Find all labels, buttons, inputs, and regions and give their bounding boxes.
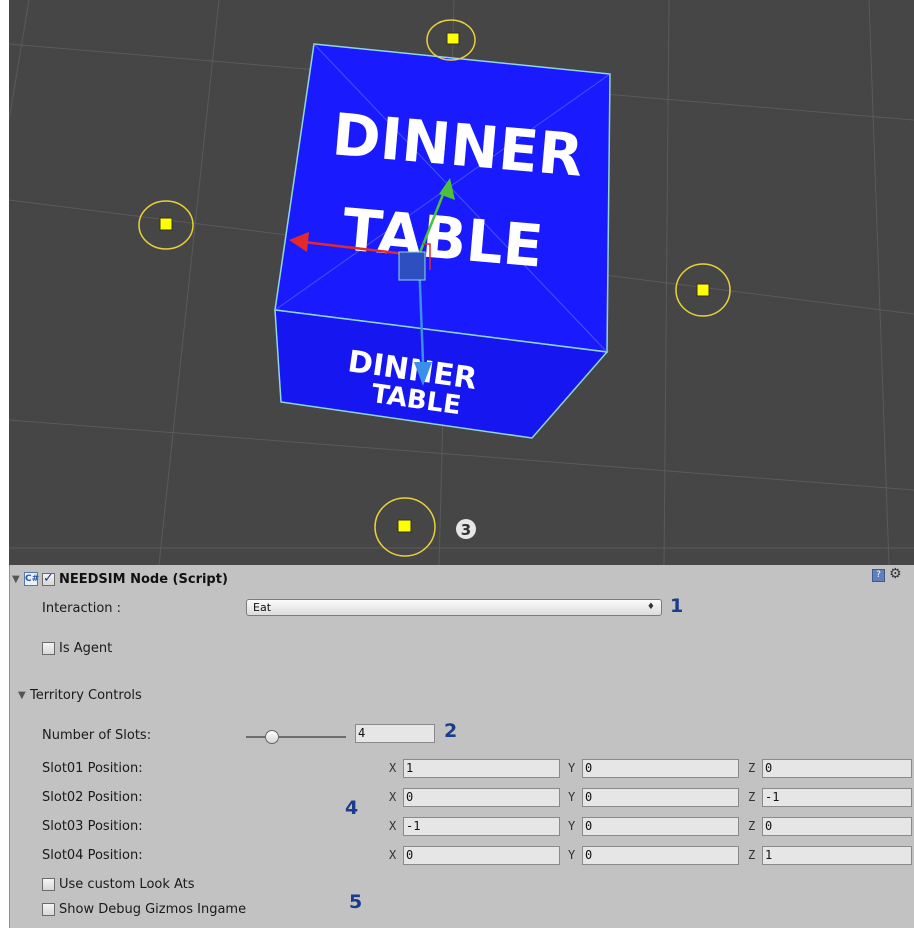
interaction-label: Interaction : bbox=[42, 600, 122, 616]
slot04-y-field[interactable]: 0 bbox=[582, 846, 739, 865]
territory-controls-header: Territory Controls bbox=[30, 687, 142, 703]
slot02-y-axis: Y bbox=[568, 790, 576, 804]
is-agent-label: Is Agent bbox=[59, 640, 113, 656]
slot01-label: Slot01 Position: bbox=[42, 760, 143, 776]
slot03-label: Slot03 Position: bbox=[42, 818, 143, 834]
slot01-z-axis: Z bbox=[748, 761, 756, 775]
callout-4: 4 bbox=[345, 797, 359, 819]
callout-5: 5 bbox=[349, 891, 363, 913]
slot04-x-field[interactable]: 0 bbox=[403, 846, 560, 865]
is-agent-checkbox[interactable] bbox=[42, 641, 55, 655]
slot02-y-field[interactable]: 0 bbox=[582, 788, 739, 807]
slot03-x-axis: X bbox=[389, 819, 397, 833]
component-title: NEEDSIM Node (Script) bbox=[59, 571, 228, 587]
scene-canvas[interactable]: DINNER TABLE DINNER TABLE 3 bbox=[9, 0, 914, 565]
territory-controls-foldout[interactable]: ▼ Territory Controls bbox=[18, 684, 142, 706]
slots-slider-track[interactable] bbox=[246, 736, 346, 738]
slots-slider-knob[interactable] bbox=[265, 730, 279, 744]
slot03-x-field[interactable]: -1 bbox=[403, 817, 560, 836]
slot01-y-field[interactable]: 0 bbox=[582, 759, 739, 778]
slot03-z-axis: Z bbox=[748, 819, 756, 833]
callout-3: 3 bbox=[461, 521, 471, 539]
show-debug-gizmos-toggle[interactable]: Show Debug Gizmos Ingame bbox=[42, 898, 246, 920]
slot02-x-field[interactable]: 0 bbox=[403, 788, 560, 807]
slot03-y-field[interactable]: 0 bbox=[582, 817, 739, 836]
show-debug-gizmos-label: Show Debug Gizmos Ingame bbox=[59, 901, 247, 917]
foldout-arrow-icon[interactable]: ▼ bbox=[18, 690, 30, 701]
foldout-arrow-icon[interactable]: ▼ bbox=[12, 574, 24, 585]
inspector-panel: ▼ C# NEEDSIM Node (Script) ? ⚙ Interacti… bbox=[9, 565, 914, 928]
slot01-z-field[interactable]: 0 bbox=[762, 759, 912, 778]
slot04-label: Slot04 Position: bbox=[42, 847, 143, 863]
slot02-z-field[interactable]: -1 bbox=[762, 788, 912, 807]
component-enabled-checkbox[interactable] bbox=[42, 571, 55, 586]
slot03-y-axis: Y bbox=[568, 819, 576, 833]
number-of-slots-label: Number of Slots: bbox=[42, 727, 152, 743]
dinner-table-cube[interactable]: DINNER TABLE DINNER TABLE bbox=[274, 43, 611, 439]
slot04-y-axis: Y bbox=[568, 848, 576, 862]
is-agent-toggle[interactable]: Is Agent bbox=[42, 637, 112, 659]
use-custom-look-ats-toggle[interactable]: Use custom Look Ats bbox=[42, 873, 195, 895]
slot-marker-left[interactable] bbox=[138, 200, 194, 250]
gear-icon[interactable]: ⚙ bbox=[889, 566, 902, 582]
use-custom-look-ats-checkbox[interactable] bbox=[42, 877, 55, 891]
slot01-y-axis: Y bbox=[568, 761, 576, 775]
slot01-x-field[interactable]: 1 bbox=[403, 759, 560, 778]
help-icon[interactable]: ? bbox=[872, 569, 885, 582]
slot02-label: Slot02 Position: bbox=[42, 789, 143, 805]
slot-marker-bottom[interactable] bbox=[374, 497, 436, 557]
script-icon: C# bbox=[24, 572, 40, 586]
interaction-value: Eat bbox=[253, 601, 272, 614]
show-debug-gizmos-checkbox[interactable] bbox=[42, 902, 55, 916]
callout-1: 1 bbox=[670, 595, 684, 617]
slot04-x-axis: X bbox=[389, 848, 397, 862]
slot04-z-field[interactable]: 1 bbox=[762, 846, 912, 865]
slot04-z-axis: Z bbox=[748, 848, 756, 862]
use-custom-look-ats-label: Use custom Look Ats bbox=[59, 876, 195, 892]
callout-2: 2 bbox=[444, 720, 458, 742]
slot02-z-axis: Z bbox=[748, 790, 756, 804]
gizmo-center-handle[interactable] bbox=[398, 251, 426, 281]
scene-view[interactable]: DINNER TABLE DINNER TABLE 3 bbox=[9, 0, 914, 565]
interaction-dropdown[interactable]: Eat ♦ bbox=[246, 599, 662, 616]
slot02-x-axis: X bbox=[389, 790, 397, 804]
slot-marker-top[interactable] bbox=[426, 19, 476, 61]
slot03-z-field[interactable]: 0 bbox=[762, 817, 912, 836]
component-header[interactable]: ▼ C# NEEDSIM Node (Script) bbox=[12, 568, 228, 590]
dropdown-arrows-icon: ♦ bbox=[646, 602, 655, 612]
number-of-slots-field[interactable]: 4 bbox=[355, 724, 435, 743]
slot01-x-axis: X bbox=[389, 761, 397, 775]
